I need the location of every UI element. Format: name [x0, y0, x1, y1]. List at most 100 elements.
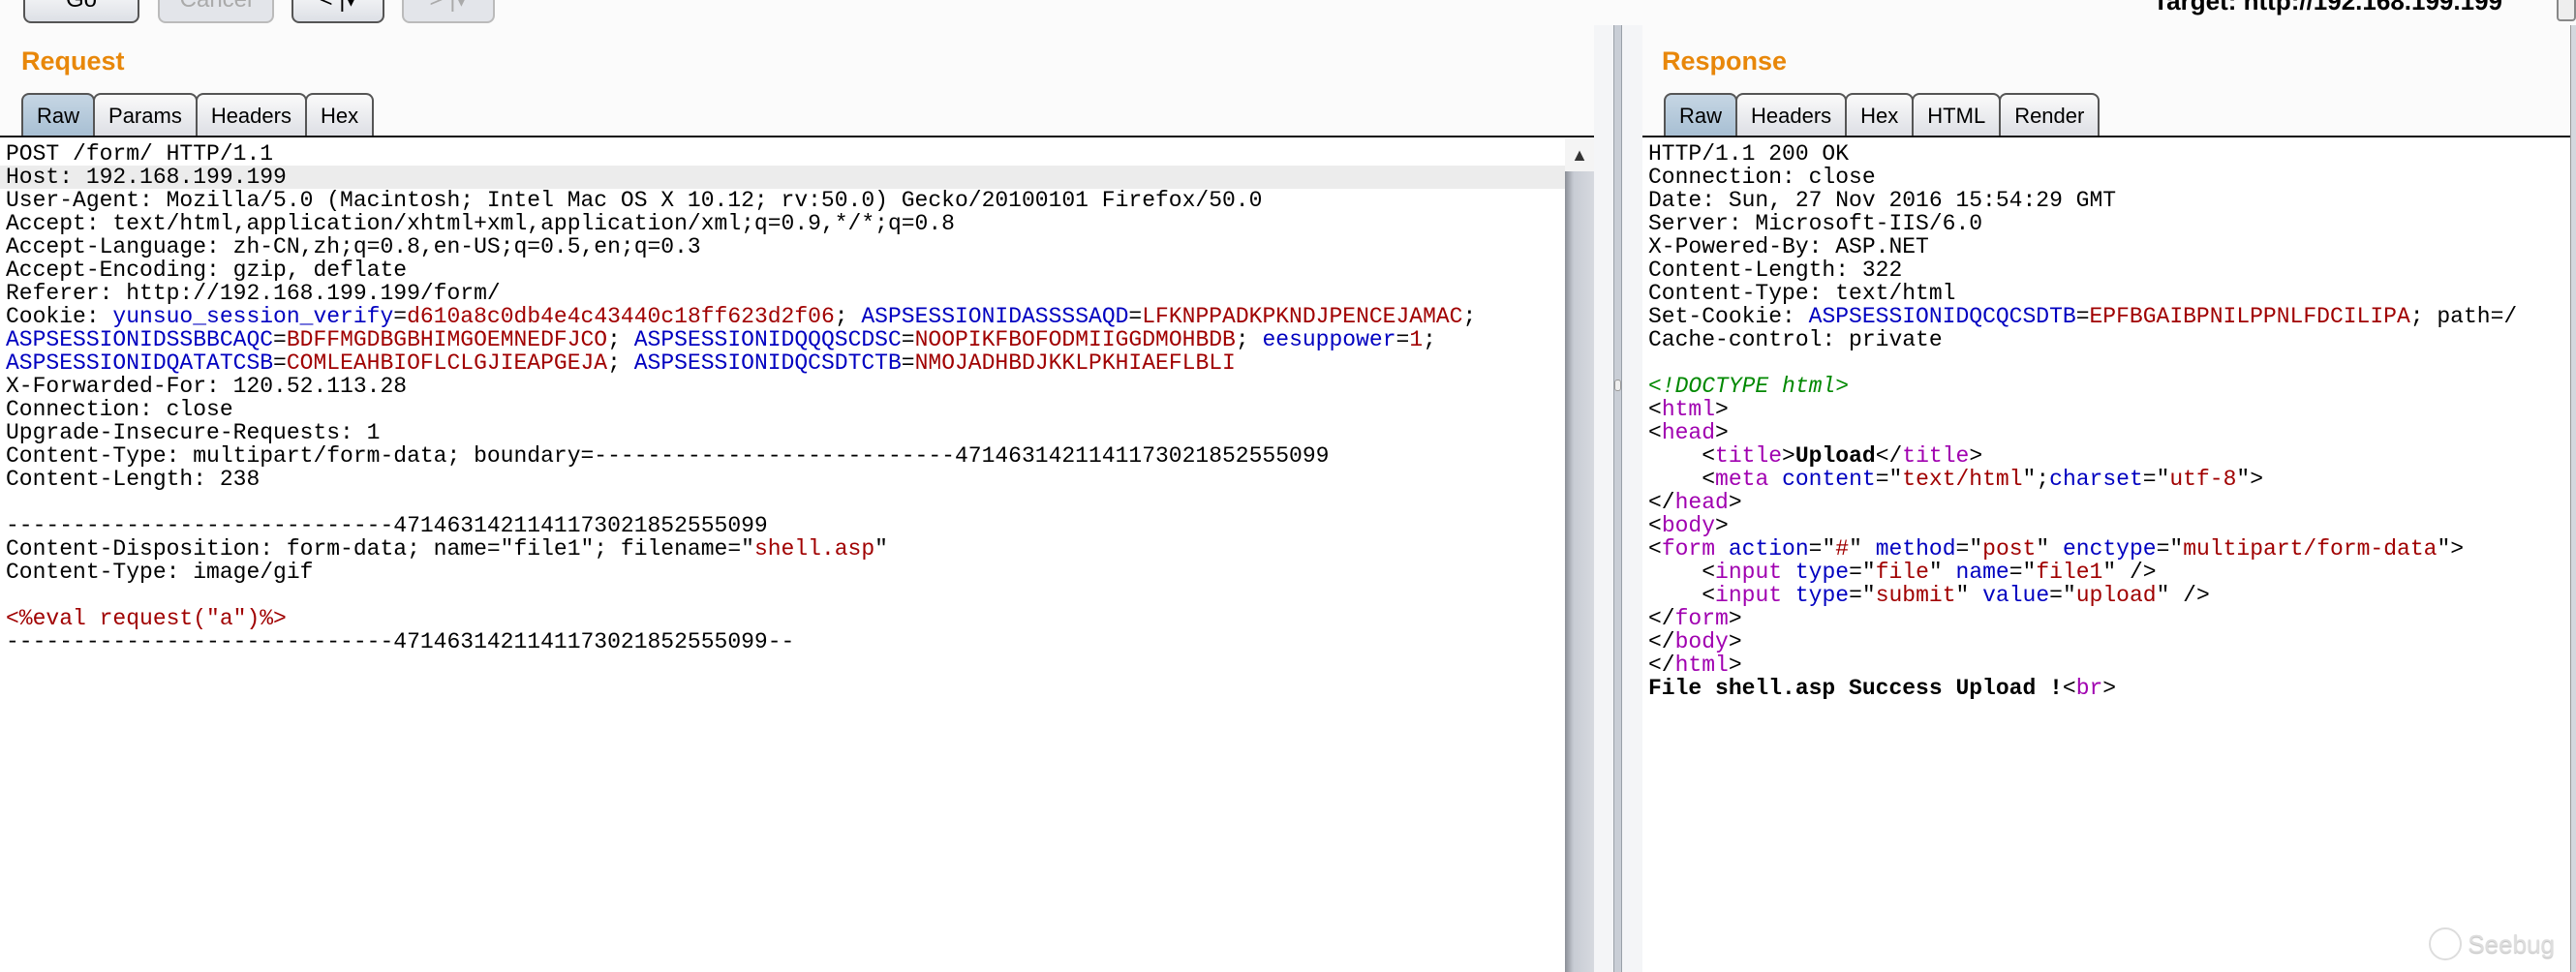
go-button[interactable]: Go	[23, 0, 139, 23]
code-token: content	[1782, 467, 1876, 492]
code-token: type	[1794, 560, 1850, 585]
code-token: enctype	[2062, 536, 2157, 562]
code-token: Accept-Language: zh-CN,zh;q=0.8,en-US;q=…	[6, 234, 701, 259]
code-token: Server: Microsoft-IIS/6.0	[1648, 211, 1983, 236]
code-line: Date: Sun, 27 Nov 2016 15:54:29 GMT	[1642, 189, 2570, 212]
code-line: </head>	[1642, 491, 2570, 514]
code-token: <%eval request("a")%>	[6, 606, 287, 631]
code-token: ASPSESSIONIDQCSDTCTB	[633, 350, 902, 376]
tab-render[interactable]: Render	[1999, 93, 2101, 137]
code-token: ="	[1808, 536, 1836, 562]
response-heading: Response	[1662, 46, 1788, 76]
code-token: BDFFMGDBGBHIMGOEMNEDFJCO	[286, 327, 608, 352]
code-token: html	[1674, 653, 1729, 678]
code-token: "	[874, 536, 888, 562]
code-token: title	[1902, 443, 1970, 469]
code-token: Set-Cookie:	[1648, 304, 1809, 329]
forward-button[interactable]: > |▾	[402, 0, 495, 23]
code-token: =	[901, 350, 915, 376]
code-token: ">	[2236, 467, 2263, 492]
code-line: Connection: close	[0, 398, 1565, 421]
code-line: X-Powered-By: ASP.NET	[1642, 235, 2570, 258]
code-token: ="	[1875, 467, 1903, 492]
tab-html[interactable]: HTML	[1912, 93, 2002, 137]
code-token: ;	[1235, 327, 1263, 352]
code-token: <	[1648, 467, 1716, 492]
code-token: ="	[1849, 560, 1876, 585]
code-token: "	[2036, 536, 2063, 562]
code-token: >	[1728, 490, 1742, 515]
code-token: LFKNPPADKPKNDJPENCEJAMAC	[1142, 304, 1463, 329]
code-token: eesuppower	[1262, 327, 1396, 352]
code-line: Accept-Language: zh-CN,zh;q=0.8,en-US;q=…	[0, 235, 1565, 258]
code-token: >	[1728, 653, 1742, 678]
code-token: <!DOCTYPE html>	[1648, 374, 1850, 399]
code-line: <meta content="text/html";charset="utf-8…	[1642, 468, 2570, 491]
code-token: input	[1715, 560, 1783, 585]
code-token: =	[393, 304, 408, 329]
code-token: <	[1648, 583, 1716, 608]
code-token: </	[1648, 606, 1675, 631]
code-token: ";	[2022, 467, 2050, 492]
scroll-up-arrow-icon[interactable]: ▲	[1565, 138, 1594, 171]
code-token: Content-Type: multipart/form-data; bound…	[6, 443, 1330, 469]
code-token: name	[1955, 560, 2009, 585]
tab-headers[interactable]: Headers	[195, 93, 307, 137]
code-token: Content-Disposition: form-data; name="fi…	[6, 536, 754, 562]
code-line: <form action="#" method="post" enctype="…	[1642, 537, 2570, 561]
code-token: #	[1835, 536, 1850, 562]
code-token: >	[1782, 443, 1795, 469]
cancel-button[interactable]: Cancel	[158, 0, 274, 23]
back-button[interactable]: < |▾	[291, 0, 384, 23]
code-line: Content-Length: 238	[0, 468, 1565, 491]
tab-raw[interactable]: Raw	[21, 93, 96, 137]
code-token: >	[1728, 629, 1742, 654]
response-scrollbar-edge[interactable]	[2570, 25, 2576, 972]
code-token: =	[1128, 304, 1143, 329]
code-token: ="	[2156, 536, 2184, 562]
code-token: </	[1875, 443, 1903, 469]
code-token: </	[1648, 653, 1675, 678]
code-token: <	[1648, 513, 1662, 538]
split-divider[interactable]	[1613, 25, 1622, 972]
code-token: input	[1715, 583, 1783, 608]
code-token: <	[1648, 397, 1662, 422]
code-line: Cache-control: private	[1642, 328, 2570, 351]
tab-headers[interactable]: Headers	[1735, 93, 1848, 137]
code-token: value	[1982, 583, 2050, 608]
code-token: "	[1955, 583, 1983, 608]
request-scrollbar[interactable]: ▲	[1565, 138, 1594, 972]
code-token: -----------------------------47146314211…	[6, 629, 795, 654]
edit-target-icon[interactable]	[2557, 0, 2576, 21]
code-token: >	[1715, 420, 1729, 445]
split-grip-icon[interactable]	[1614, 380, 1621, 391]
code-token: Content-Type: text/html	[1648, 281, 1956, 306]
code-token: </	[1648, 490, 1675, 515]
tab-hex[interactable]: Hex	[304, 93, 375, 137]
watermark-text: Seebug	[2468, 928, 2555, 958]
request-editor[interactable]: POST /form/ HTTP/1.1 Host: 192.168.199.19…	[0, 138, 1565, 972]
code-line: <body>	[1642, 514, 2570, 537]
tab-params[interactable]: Params	[93, 93, 198, 137]
response-editor[interactable]: HTTP/1.1 200 OK Connection: close Date: Su…	[1642, 138, 2570, 972]
code-token: X-Powered-By: ASP.NET	[1648, 234, 1929, 259]
code-token: head	[1674, 490, 1729, 515]
code-token: Date: Sun, 27 Nov 2016 15:54:29 GMT	[1648, 188, 2117, 213]
code-token: -----------------------------47146314211…	[6, 513, 768, 538]
code-token: <	[1648, 560, 1716, 585]
code-token: br	[2075, 676, 2103, 701]
seebug-watermark: Seebug	[2429, 927, 2555, 960]
code-line: User-Agent: Mozilla/5.0 (Macintosh; Inte…	[0, 189, 1565, 212]
code-line: ASPSESSIONIDSSBBCAQC=BDFFMGDBGBHIMGOEMNE…	[0, 328, 1565, 351]
code-token: upload	[2075, 583, 2157, 608]
tab-raw[interactable]: Raw	[1664, 93, 1738, 137]
code-line: <!DOCTYPE html>	[1642, 375, 2570, 398]
code-token: file1	[2036, 560, 2103, 585]
code-token: html	[1661, 397, 1716, 422]
code-line: </body>	[1642, 630, 2570, 653]
tab-hex[interactable]: Hex	[1845, 93, 1915, 137]
code-line: Referer: http://192.168.199.199/form/	[0, 282, 1565, 305]
